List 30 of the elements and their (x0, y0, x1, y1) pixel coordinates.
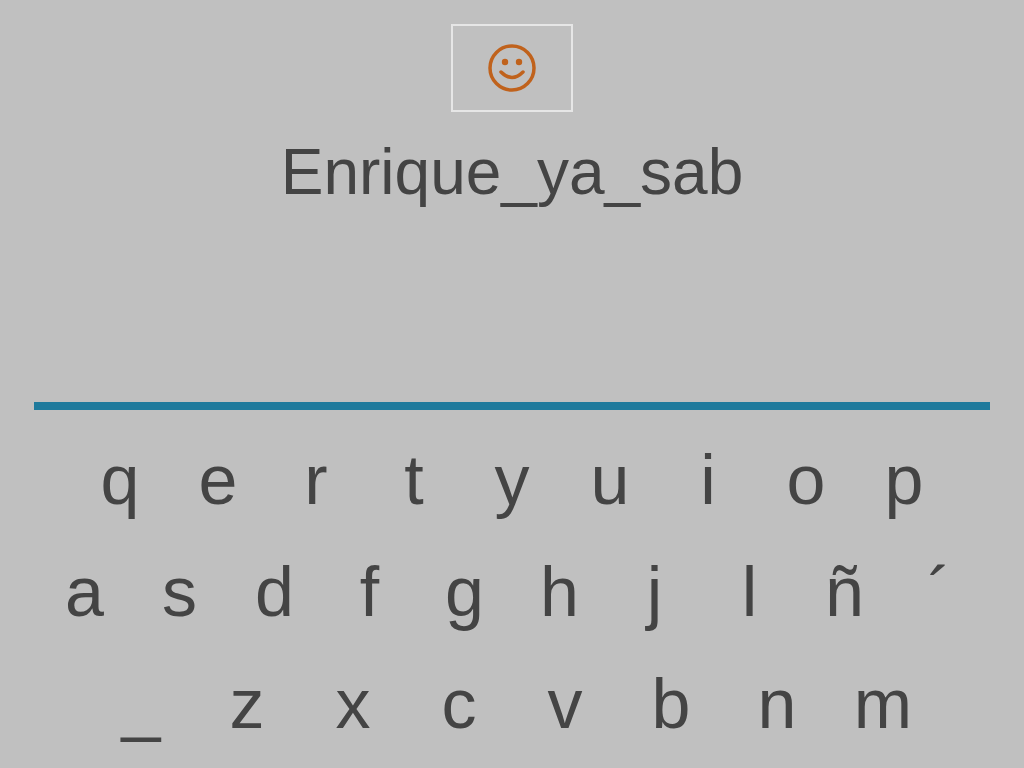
letter-key[interactable]: q (71, 435, 169, 525)
answer-text: Enrique_ya_sab (280, 135, 744, 209)
letter-key[interactable]: b (618, 659, 724, 749)
letter-key[interactable]: l (702, 547, 797, 637)
letter-key[interactable]: f (322, 547, 417, 637)
letter-key[interactable]: e (169, 435, 267, 525)
letter-key[interactable]: x (300, 659, 406, 749)
letter-key[interactable]: z (194, 659, 300, 749)
letter-key[interactable]: g (417, 547, 512, 637)
letter-key[interactable]: v (512, 659, 618, 749)
letter-key[interactable]: h (512, 547, 607, 637)
letter-key[interactable]: c (406, 659, 512, 749)
smiley-icon (487, 43, 537, 93)
letter-key[interactable]: t (365, 435, 463, 525)
letter-key[interactable]: _ (88, 659, 194, 749)
letter-key[interactable]: o (757, 435, 855, 525)
letter-key[interactable]: y (463, 435, 561, 525)
letter-key[interactable]: ñ (797, 547, 892, 637)
letter-key[interactable]: u (561, 435, 659, 525)
letter-key[interactable]: p (855, 435, 953, 525)
letter-key[interactable]: n (724, 659, 830, 749)
letter-key[interactable]: d (227, 547, 322, 637)
hint-button[interactable] (451, 24, 573, 112)
letter-key[interactable]: j (607, 547, 702, 637)
letter-key[interactable]: s (132, 547, 227, 637)
letter-key[interactable]: m (830, 659, 936, 749)
letter-key[interactable]: ´ (892, 547, 987, 637)
letter-key[interactable]: r (267, 435, 365, 525)
letter-key[interactable]: a (37, 547, 132, 637)
letter-key[interactable]: i (659, 435, 757, 525)
